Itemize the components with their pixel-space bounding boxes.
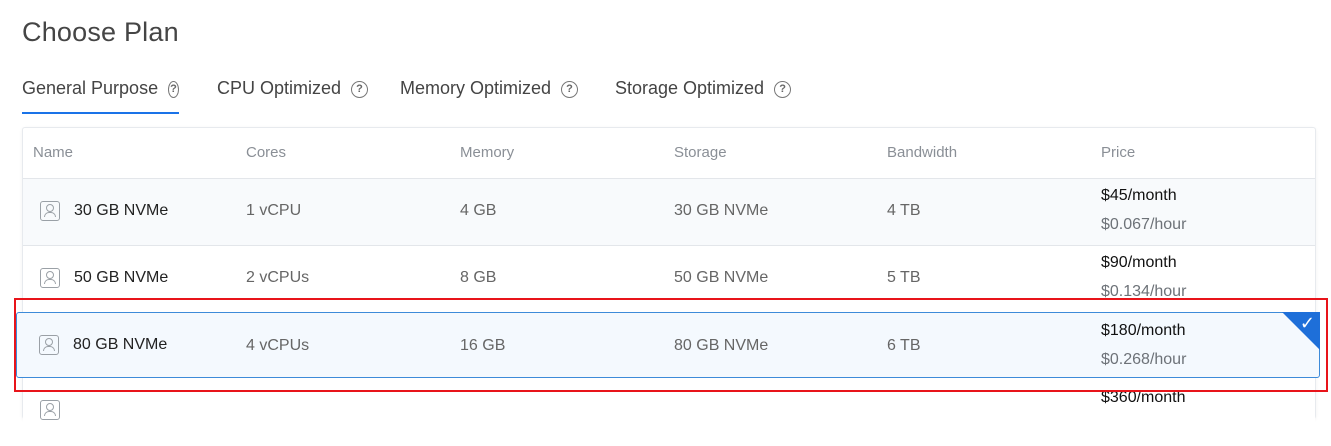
tab-label: CPU Optimized [217,78,342,98]
help-circle-icon[interactable]: ? [168,81,179,98]
plan-name-cell: 30 GB NVMe [40,201,168,221]
storage-value: 80 GB NVMe [674,337,769,354]
cores-value: 1 vCPU [246,202,302,219]
storage-value: 50 GB NVMe [674,269,769,286]
table-row[interactable]: $360/month [23,380,1315,446]
bandwidth-value: 4 TB [887,202,921,219]
tab-general-purpose[interactable]: General Purpose ? [22,78,179,114]
plan-name: 80 GB NVMe [73,336,168,353]
cores-value: 2 vCPUs [246,269,310,286]
page-title: Choose Plan [22,17,179,47]
bandwidth-value: 6 TB [887,337,921,354]
memory-value: 4 GB [460,202,497,219]
plan-name-cell: 50 GB NVMe [40,268,168,288]
column-header-name: Name [33,144,74,161]
table-header: Name Cores Memory Storage Bandwidth Pric… [23,128,1315,179]
tab-storage-optimized[interactable]: Storage Optimized ? [615,78,792,112]
cpu-chip-icon [40,400,60,420]
help-circle-icon[interactable]: ? [561,81,579,98]
tab-label: General Purpose [22,78,159,98]
column-header-price: Price [1101,144,1136,161]
tab-label: Storage Optimized [615,78,765,98]
checkmark-icon: ✓ [1299,313,1315,333]
help-circle-icon[interactable]: ? [351,81,369,98]
help-circle-icon[interactable]: ? [774,81,792,98]
memory-value: 16 GB [460,337,506,354]
column-header-cores: Cores [246,144,287,161]
plan-name-cell: 80 GB NVMe [39,335,167,355]
tab-memory-optimized[interactable]: Memory Optimized ? [400,78,579,112]
cores-value: 4 vCPUs [246,337,310,354]
table-row-selected[interactable]: 80 GB NVMe 4 vCPUs 16 GB 80 GB NVMe 6 TB… [16,312,1320,378]
price-per-month: $45/month [1101,187,1177,204]
price-per-month: $360/month [1101,389,1186,406]
bandwidth-value: 5 TB [887,269,921,286]
price-per-month: $90/month [1101,254,1177,271]
plan-name: 30 GB NVMe [74,202,169,219]
cpu-chip-icon [40,268,60,288]
storage-value: 30 GB NVMe [674,202,769,219]
price-per-hour: $0.067/hour [1101,216,1187,233]
price-per-month: $180/month [1101,322,1186,339]
tab-label: Memory Optimized [400,78,552,98]
table-row[interactable]: 30 GB NVMe 1 vCPU 4 GB 30 GB NVMe 4 TB $… [23,179,1315,246]
price-per-hour: $0.134/hour [1101,283,1187,300]
tab-cpu-optimized[interactable]: CPU Optimized ? [217,78,369,112]
column-header-storage: Storage [674,144,727,161]
memory-value: 8 GB [460,269,497,286]
cpu-chip-icon [40,201,60,221]
table-row[interactable]: 50 GB NVMe 2 vCPUs 8 GB 50 GB NVMe 5 TB … [23,246,1315,313]
column-header-memory: Memory [460,144,515,161]
plan-name: 50 GB NVMe [74,269,169,286]
price-per-hour: $0.268/hour [1101,351,1187,368]
column-header-bandwidth: Bandwidth [887,144,958,161]
cpu-chip-icon [39,335,59,355]
